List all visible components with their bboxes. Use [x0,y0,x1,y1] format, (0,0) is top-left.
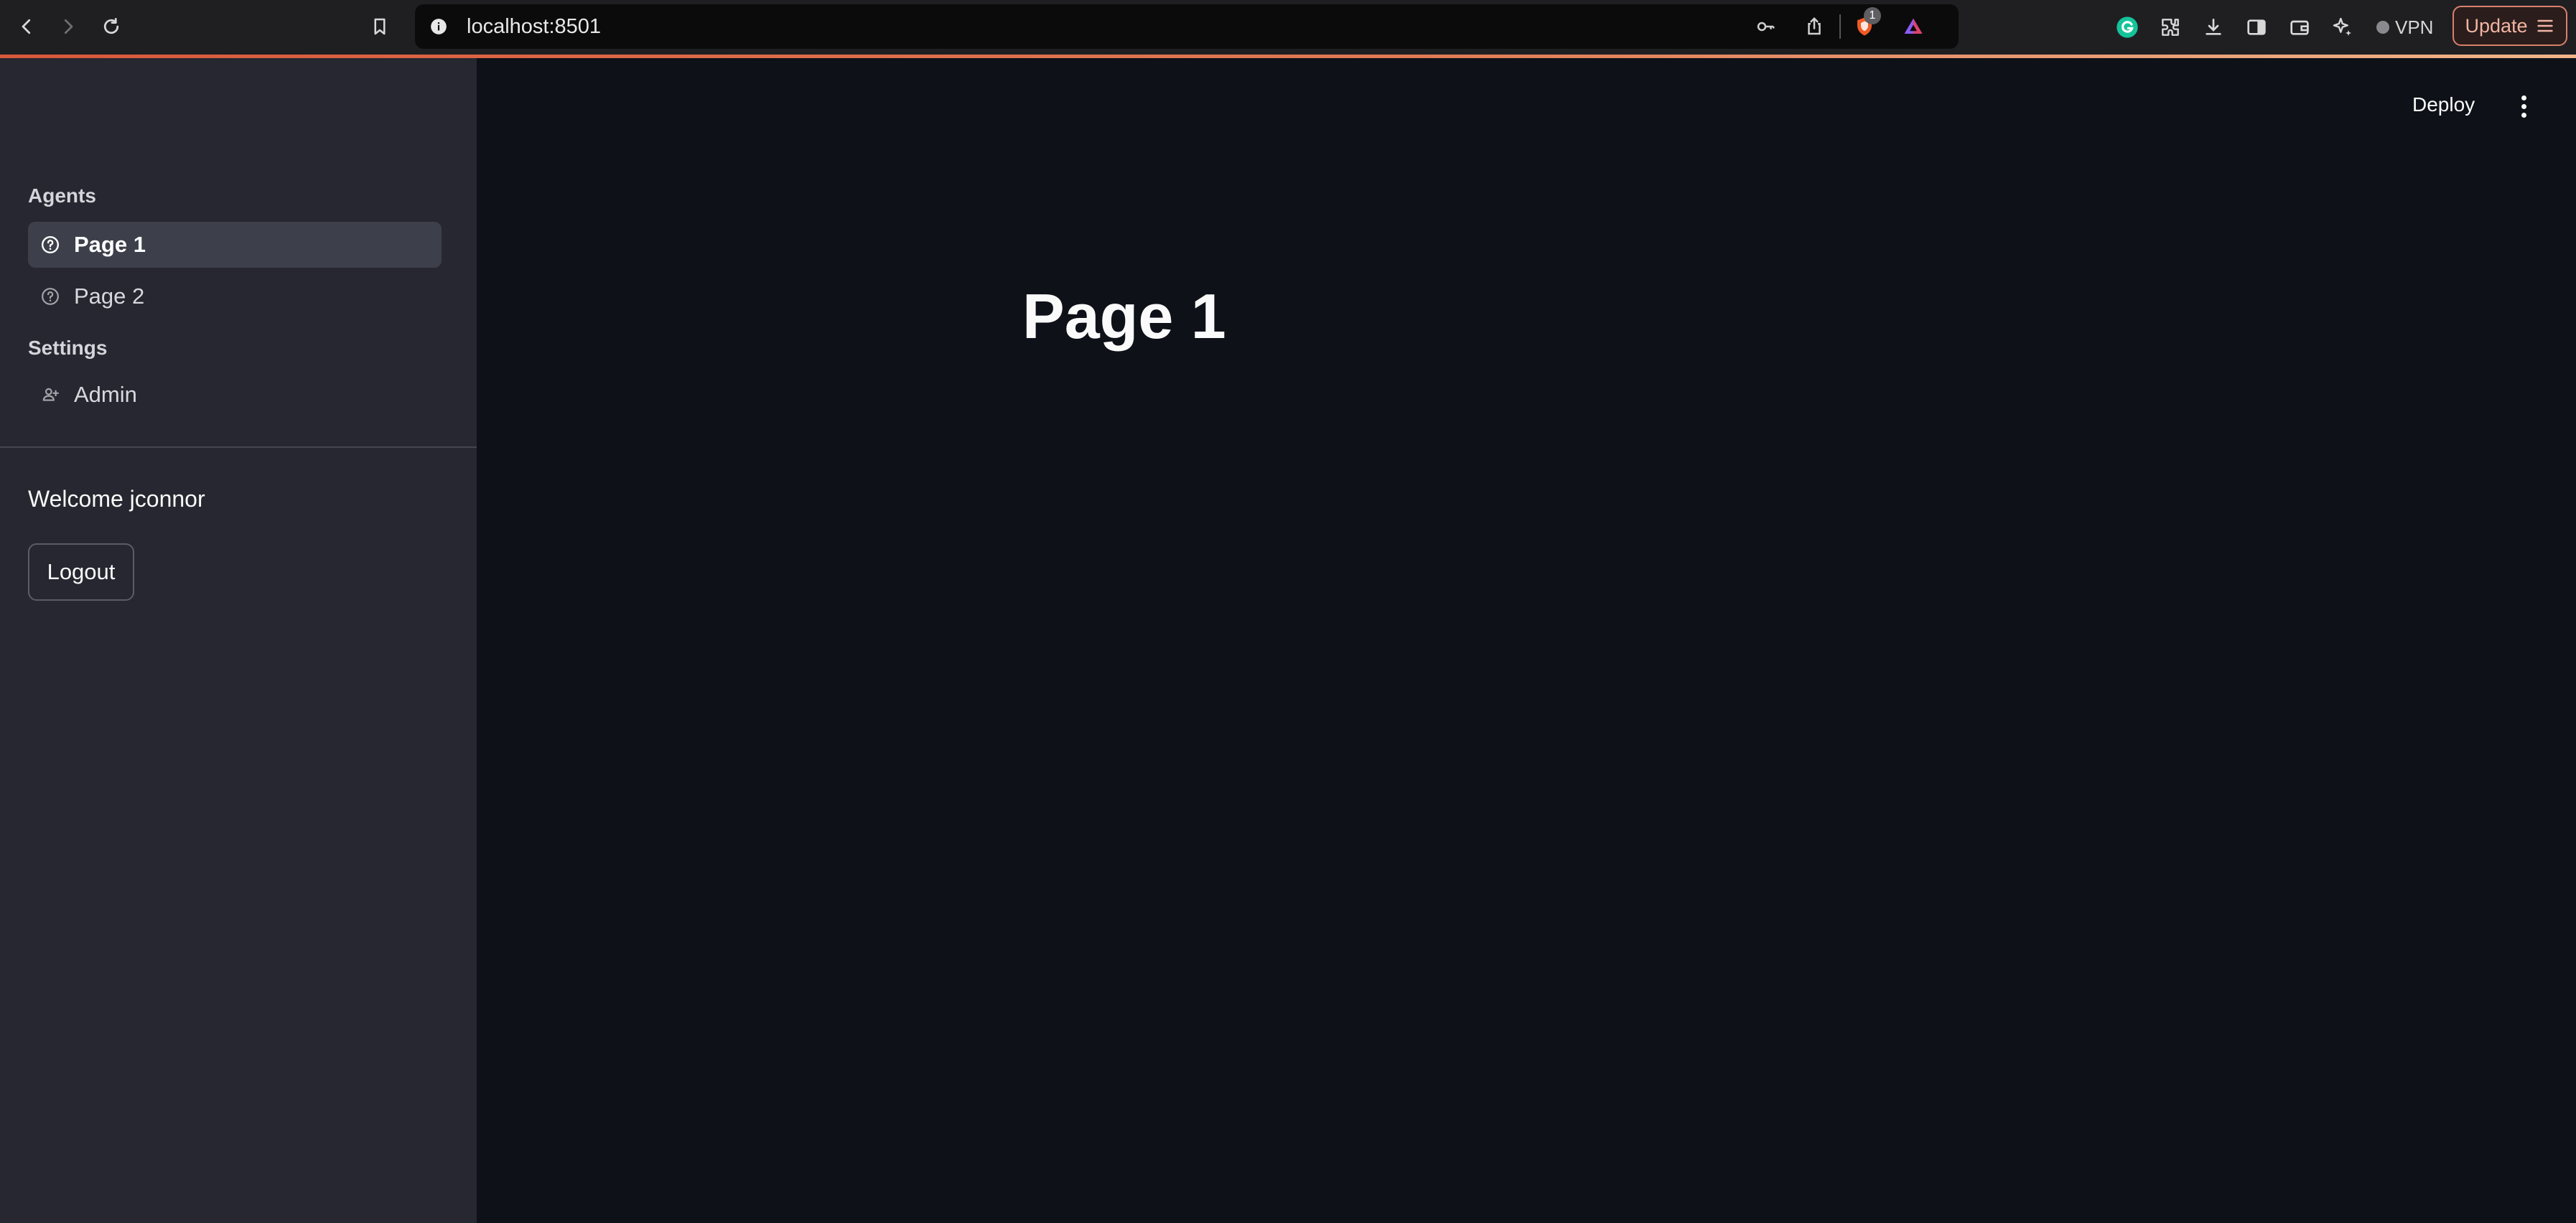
bookmark-icon[interactable] [363,10,396,43]
leo-ai-icon[interactable] [2329,14,2356,41]
url-text[interactable]: localhost:8501 [467,14,601,39]
reload-icon[interactable] [95,10,128,43]
sidebar-divider [0,446,477,448]
address-bar[interactable]: localhost:8501 [415,4,1959,49]
vpn-button[interactable]: VPN [2376,14,2433,41]
sidebar-icon[interactable] [2243,14,2270,41]
sidebar-item-admin[interactable]: Admin [28,372,442,418]
sidebar-item-page-2[interactable]: Page 2 [28,273,442,319]
brave-rewards-icon[interactable] [1900,13,1927,40]
welcome-text: Welcome jconnor [28,486,205,512]
main-content [477,58,2576,1223]
wallet-icon[interactable] [2286,14,2313,41]
grammarly-icon[interactable] [2114,14,2141,41]
sidebar-item-label: Admin [74,382,137,407]
deploy-button[interactable]: Deploy [2412,93,2475,116]
page-title: Page 1 [1022,281,1226,352]
logout-button[interactable]: Logout [28,543,134,601]
update-label: Update [2465,14,2528,37]
help-circle-icon [39,286,61,307]
browser-toolbar: localhost:8501 1 VPN Update [0,0,2576,55]
update-button[interactable]: Update [2453,6,2567,46]
downloads-icon[interactable] [2200,14,2227,41]
back-icon[interactable] [10,10,43,43]
section-header-settings: Settings [28,337,108,359]
vpn-label: VPN [2395,16,2434,38]
shields-count-badge: 1 [1864,7,1881,24]
sidebar-item-page-1[interactable]: Page 1 [28,222,442,268]
forward-icon[interactable] [52,10,85,43]
person-add-icon [39,384,61,406]
share-icon[interactable] [1801,13,1828,40]
vpn-status-icon [2376,21,2389,34]
extensions-icon[interactable] [2157,14,2184,41]
menu-icon [2537,19,2553,32]
divider [1839,14,1841,39]
sidebar-item-label: Page 1 [74,232,146,257]
section-header-agents: Agents [28,184,96,207]
password-key-icon[interactable] [1752,13,1779,40]
sidebar-item-label: Page 2 [74,284,145,309]
more-options-icon[interactable] [2513,92,2534,121]
site-info-icon[interactable] [426,14,451,39]
sidebar: Agents Page 1 Page 2 Settings Admin [0,58,477,1223]
help-circle-icon [39,234,61,256]
